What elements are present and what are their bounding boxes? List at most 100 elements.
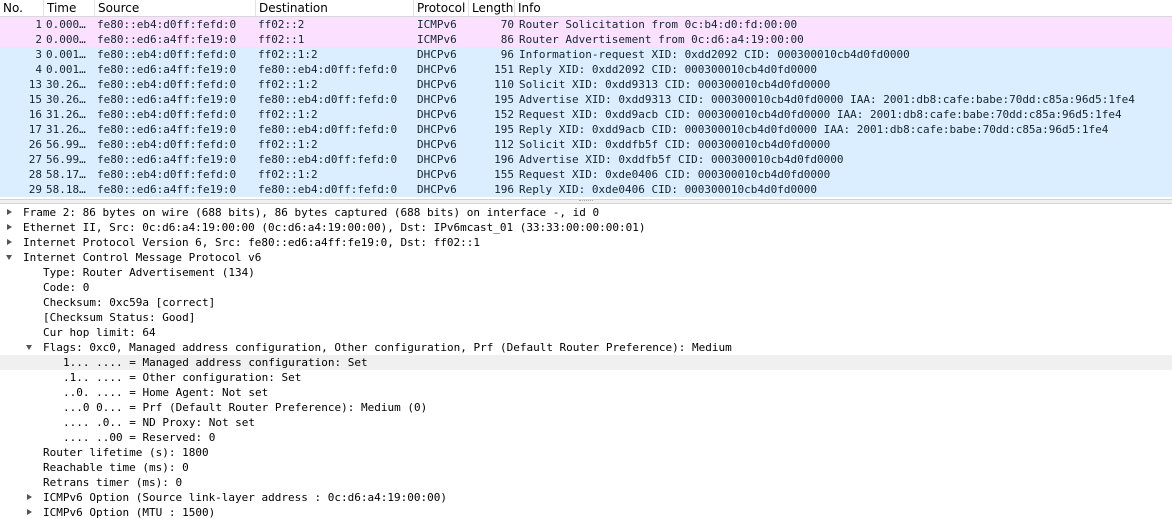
- packet-cell-len: 86: [500, 33, 514, 46]
- detail-row[interactable]: Router lifetime (s): 1800: [0, 445, 1172, 460]
- detail-row[interactable]: Code: 0: [0, 280, 1172, 295]
- detail-text: Ethernet II, Src: 0c:d6:a4:19:00:00 (0c:…: [23, 221, 646, 234]
- detail-text: .... ..00 = Reserved: 0: [63, 431, 216, 444]
- packet-row[interactable]: 1 0.000… fe80::eb4:d0ff:fefd:0 ff02::2 ICMPv…: [0, 17, 1172, 32]
- packet-row[interactable]: 29 58.18… fe80::ed6:a4ff:fe19:0 fe80::eb4:d…: [0, 182, 1172, 197]
- packet-cell-info: Solicit XID: 0xddfb5f CID: 000300010cb4d…: [519, 138, 831, 151]
- packet-row[interactable]: 15 30.26… fe80::ed6:a4ff:fe19:0 fe80::eb4:d…: [0, 92, 1172, 107]
- detail-row[interactable]: Checksum: 0xc59a [correct]: [0, 295, 1172, 310]
- packet-cell-no: 4: [35, 63, 42, 76]
- column-header-length[interactable]: Length: [469, 0, 515, 16]
- packet-row[interactable]: 27 56.99… fe80::ed6:a4ff:fe19:0 fe80::eb4:d…: [0, 152, 1172, 167]
- detail-row[interactable]: ICMPv6 Option (MTU : 1500): [0, 505, 1172, 519]
- packet-cell-info: Request XID: 0xde0406 CID: 000300010cb4d…: [519, 168, 831, 181]
- column-header-time[interactable]: Time: [44, 0, 95, 16]
- detail-row[interactable]: [Checksum Status: Good]: [0, 310, 1172, 325]
- detail-text: 1... .... = Managed address configuratio…: [63, 356, 368, 369]
- packet-cell-info: Request XID: 0xdd9acb CID: 000300010cb4d…: [519, 108, 1122, 121]
- expand-arrow-icon[interactable]: [7, 224, 12, 230]
- packet-cell-dst: fe80::eb4:d0ff:fefd:0: [258, 93, 398, 106]
- detail-text: .1.. .... = Other configuration: Set: [63, 371, 302, 384]
- expand-arrow-icon[interactable]: [7, 209, 12, 215]
- detail-text: Internet Protocol Version 6, Src: fe80::…: [23, 236, 480, 249]
- expand-arrow-icon[interactable]: [7, 239, 12, 245]
- detail-row[interactable]: .... .0.. = ND Proxy: Not set: [0, 415, 1172, 430]
- packet-cell-no: 28: [28, 168, 42, 181]
- detail-row[interactable]: Cur hop limit: 64: [0, 325, 1172, 340]
- packet-cell-src: fe80::ed6:a4ff:fe19:0: [97, 33, 237, 46]
- packet-cell-dst: fe80::eb4:d0ff:fefd:0: [258, 153, 398, 166]
- packet-cell-time: 0.001…: [46, 48, 86, 61]
- detail-text: .... .0.. = ND Proxy: Not set: [63, 416, 256, 429]
- packet-row[interactable]: 4 0.001… fe80::ed6:a4ff:fe19:0 fe80::eb4:d0…: [0, 62, 1172, 77]
- packet-row[interactable]: 13 30.26… fe80::eb4:d0ff:fefd:0 ff02::1:2 DH…: [0, 77, 1172, 92]
- packet-row[interactable]: 28 58.17… fe80::eb4:d0ff:fefd:0 ff02::1:2 DH…: [0, 167, 1172, 182]
- packet-row[interactable]: 16 31.26… fe80::eb4:d0ff:fefd:0 ff02::1:2 DH…: [0, 107, 1172, 122]
- packet-cell-info: Reply XID: 0xdd2092 CID: 000300010cb4d0f…: [519, 63, 818, 76]
- detail-row[interactable]: ...0 0... = Prf (Default Router Preferen…: [0, 400, 1172, 415]
- packet-cell-info: Router Solicitation from 0c:b4:d0:fd:00:…: [519, 18, 798, 31]
- packet-cell-src: fe80::eb4:d0ff:fefd:0: [97, 168, 237, 181]
- expand-arrow-icon[interactable]: [27, 509, 32, 515]
- detail-row[interactable]: Internet Control Message Protocol v6: [0, 250, 1172, 265]
- packet-cell-len: 96: [500, 48, 514, 61]
- packet-row[interactable]: 3 0.001… fe80::eb4:d0ff:fefd:0 ff02::1:2 DHC…: [0, 47, 1172, 62]
- detail-row[interactable]: Type: Router Advertisement (134): [0, 265, 1172, 280]
- packet-cell-proto: DHCPv6: [417, 78, 457, 91]
- detail-text: ..0. .... = Home Agent: Not set: [63, 386, 269, 399]
- packet-cell-proto: ICMPv6: [417, 33, 457, 46]
- expand-arrow-icon[interactable]: [27, 494, 32, 500]
- packet-row[interactable]: 17 31.26… fe80::ed6:a4ff:fe19:0 fe80::eb4:d…: [0, 122, 1172, 137]
- packet-cell-src: fe80::ed6:a4ff:fe19:0: [97, 183, 237, 196]
- packet-cell-no: 26: [28, 138, 42, 151]
- packet-cell-len: 196: [494, 153, 514, 166]
- packet-cell-proto: DHCPv6: [417, 93, 457, 106]
- packet-cell-no: 17: [28, 123, 42, 136]
- packet-cell-proto: DHCPv6: [417, 183, 457, 196]
- packet-cell-dst: ff02::1:2: [258, 108, 318, 121]
- detail-row[interactable]: Flags: 0xc0, Managed address configurati…: [0, 340, 1172, 355]
- detail-row[interactable]: 1... .... = Managed address configuratio…: [0, 355, 1172, 370]
- packet-details[interactable]: Frame 2: 86 bytes on wire (688 bits), 86…: [0, 204, 1172, 519]
- packet-row[interactable]: 26 56.99… fe80::eb4:d0ff:fefd:0 ff02::1:2 DH…: [0, 137, 1172, 152]
- packet-cell-proto: DHCPv6: [417, 153, 457, 166]
- collapse-arrow-icon[interactable]: [26, 345, 32, 350]
- packet-list[interactable]: No. Time Source Destination Protocol Len…: [0, 0, 1172, 199]
- detail-text: Checksum: 0xc59a [correct]: [43, 296, 216, 309]
- packet-cell-src: fe80::ed6:a4ff:fe19:0: [97, 123, 237, 136]
- detail-row[interactable]: .1.. .... = Other configuration: Set: [0, 370, 1172, 385]
- packet-cell-len: 152: [494, 108, 514, 121]
- packet-cell-no: 2: [35, 33, 42, 46]
- detail-row[interactable]: ICMPv6 Option (Source link-layer address…: [0, 490, 1172, 505]
- column-header-protocol[interactable]: Protocol: [414, 0, 469, 16]
- detail-row[interactable]: Frame 2: 86 bytes on wire (688 bits), 86…: [0, 205, 1172, 220]
- packet-cell-proto: DHCPv6: [417, 63, 457, 76]
- column-header-info[interactable]: Info: [515, 0, 1172, 16]
- column-header-no[interactable]: No.: [0, 0, 44, 16]
- detail-text: ...0 0... = Prf (Default Router Preferen…: [63, 401, 428, 414]
- column-header-destination[interactable]: Destination: [256, 0, 414, 16]
- detail-row[interactable]: Internet Protocol Version 6, Src: fe80::…: [0, 235, 1172, 250]
- detail-row[interactable]: Ethernet II, Src: 0c:d6:a4:19:00:00 (0c:…: [0, 220, 1172, 235]
- packet-cell-src: fe80::ed6:a4ff:fe19:0: [97, 63, 237, 76]
- packet-cell-no: 27: [28, 153, 42, 166]
- packet-cell-len: 112: [494, 138, 514, 151]
- detail-row[interactable]: ..0. .... = Home Agent: Not set: [0, 385, 1172, 400]
- detail-row[interactable]: Reachable time (ms): 0: [0, 460, 1172, 475]
- packet-cell-no: 16: [28, 108, 42, 121]
- packet-cell-src: fe80::eb4:d0ff:fefd:0: [97, 108, 237, 121]
- packet-cell-time: 56.99…: [46, 138, 86, 151]
- packet-cell-info: Advertise XID: 0xdd9313 CID: 000300010cb…: [519, 93, 1135, 106]
- packet-cell-no: 29: [28, 183, 42, 196]
- column-header-source[interactable]: Source: [95, 0, 256, 16]
- packet-cell-info: Reply XID: 0xdd9acb CID: 000300010cb4d0f…: [519, 123, 1109, 136]
- collapse-arrow-icon[interactable]: [6, 255, 12, 260]
- packet-cell-src: fe80::eb4:d0ff:fefd:0: [97, 18, 237, 31]
- detail-row[interactable]: .... ..00 = Reserved: 0: [0, 430, 1172, 445]
- detail-text: Internet Control Message Protocol v6: [23, 251, 262, 264]
- packet-row[interactable]: 2 0.000… fe80::ed6:a4ff:fe19:0 ff02::1 ICMPv…: [0, 32, 1172, 47]
- detail-text: Code: 0: [43, 281, 90, 294]
- packet-cell-time: 56.99…: [46, 153, 86, 166]
- detail-row[interactable]: Retrans timer (ms): 0: [0, 475, 1172, 490]
- packet-cell-proto: DHCPv6: [417, 108, 457, 121]
